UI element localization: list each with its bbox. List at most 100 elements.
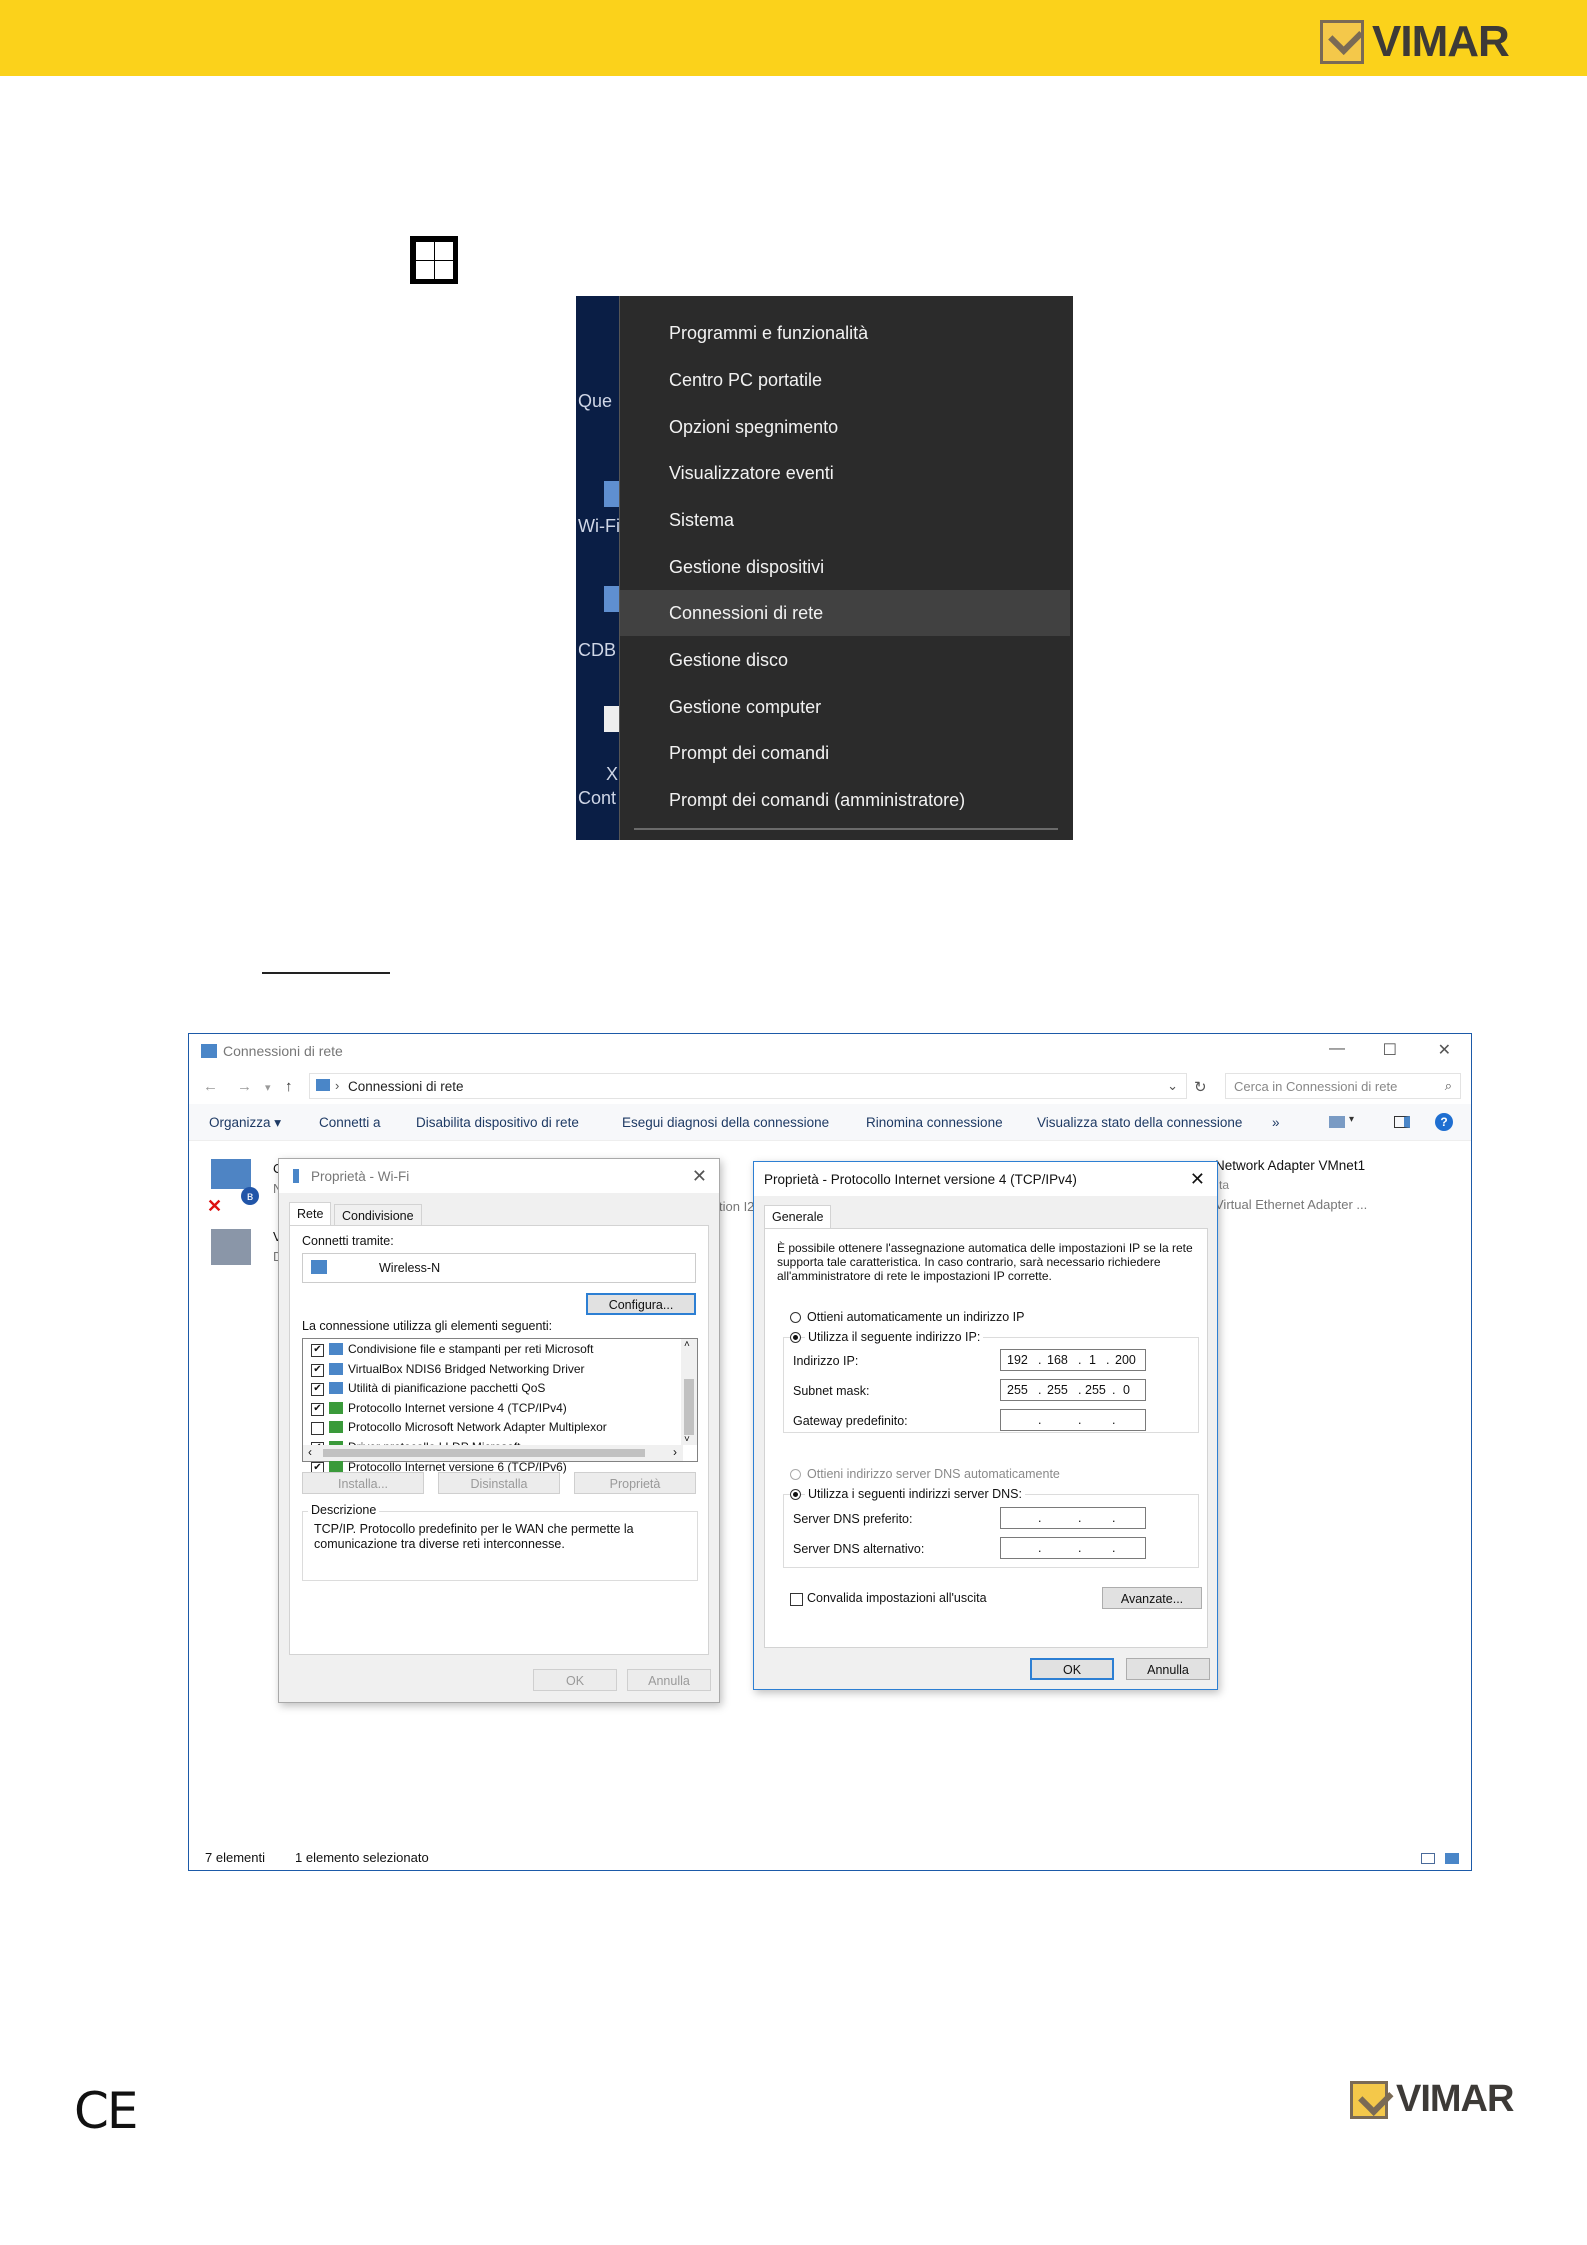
- dns2-field[interactable]: ...: [1000, 1537, 1146, 1559]
- auto-dns-label: Ottieni indirizzo server DNS automaticam…: [807, 1467, 1060, 1481]
- gateway-label: Gateway predefinito:: [793, 1414, 908, 1428]
- recent-chevron-icon[interactable]: ▾: [265, 1081, 271, 1094]
- configure-button[interactable]: Configura...: [586, 1293, 696, 1315]
- item-label[interactable]: Utilità di pianificazione pacchetti QoS: [348, 1381, 545, 1395]
- vimar-logo-bottom: VIMAR: [1350, 2078, 1514, 2121]
- component-icon: [329, 1421, 343, 1434]
- menu-item-visualizzatore-eventi[interactable]: Visualizzatore eventi: [620, 450, 1070, 496]
- toolbar-more[interactable]: »: [1272, 1115, 1280, 1130]
- auto-dns-radio[interactable]: [790, 1469, 801, 1480]
- help-icon[interactable]: ?: [1435, 1113, 1453, 1131]
- item-checkbox[interactable]: [311, 1422, 324, 1436]
- ip-address-field[interactable]: 192. 168. 1. 200: [1000, 1349, 1146, 1371]
- tab-condivisione[interactable]: Condivisione: [334, 1204, 422, 1227]
- vertical-scrollbar[interactable]: ˄ ˅: [681, 1339, 697, 1445]
- item-label[interactable]: VirtualBox NDIS6 Bridged Networking Driv…: [348, 1362, 585, 1376]
- uninstall-button[interactable]: Disinstalla: [438, 1472, 560, 1494]
- horizontal-scrollbar[interactable]: ‹ ›: [303, 1445, 683, 1461]
- item-checkbox[interactable]: ✔: [311, 1344, 324, 1357]
- chevron-down-icon[interactable]: ⌄: [1167, 1078, 1178, 1094]
- menu-separator: [634, 828, 1058, 830]
- toolbar-organizza[interactable]: Organizza ▾: [209, 1115, 281, 1131]
- menu-item-opzioni-spegnimento[interactable]: Opzioni spegnimento: [620, 404, 1070, 450]
- item-label[interactable]: Protocollo Microsoft Network Adapter Mul…: [348, 1420, 607, 1434]
- large-icons-view-icon[interactable]: [1445, 1853, 1459, 1864]
- scroll-left-icon[interactable]: ‹: [308, 1445, 312, 1459]
- breadcrumb-separator-icon: ›: [335, 1078, 340, 1093]
- scroll-thumb[interactable]: [323, 1449, 645, 1457]
- scroll-thumb[interactable]: [684, 1379, 694, 1435]
- ok-button[interactable]: OK: [533, 1669, 617, 1691]
- tab-rete[interactable]: Rete: [289, 1202, 332, 1225]
- item-checkbox[interactable]: ✔: [311, 1363, 324, 1377]
- adapter-name: Wireless-N: [379, 1261, 441, 1275]
- menu-item-gestione-dispositivi[interactable]: Gestione dispositivi: [620, 544, 1070, 590]
- item-checkbox[interactable]: ✔: [311, 1402, 324, 1416]
- cancel-button[interactable]: Annulla: [1126, 1658, 1210, 1680]
- change-view-icon[interactable]: [1329, 1116, 1345, 1128]
- adapter-icon[interactable]: [211, 1229, 251, 1265]
- status-selected: 1 elemento selezionato: [295, 1850, 429, 1865]
- adapter-name-partial: tion I2: [719, 1199, 755, 1214]
- component-icon: [329, 1343, 343, 1355]
- description-label: Descrizione: [308, 1503, 380, 1517]
- item-checkbox[interactable]: ✔: [311, 1383, 324, 1397]
- close-icon[interactable]: ✕: [1190, 1169, 1205, 1190]
- toolbar-rinomina[interactable]: Rinomina connessione: [866, 1115, 1003, 1130]
- install-button[interactable]: Installa...: [302, 1472, 424, 1494]
- minimize-icon[interactable]: —: [1329, 1040, 1345, 1058]
- validate-checkbox[interactable]: [790, 1593, 803, 1606]
- underline-rule: [262, 972, 390, 974]
- close-icon[interactable]: ✕: [1438, 1040, 1451, 1060]
- scroll-down-icon[interactable]: ˅: [684, 1434, 690, 1445]
- tab-generale[interactable]: Generale: [764, 1205, 832, 1228]
- auto-ip-radio[interactable]: [790, 1312, 801, 1323]
- item-label[interactable]: Condivisione file e stampanti per reti M…: [348, 1342, 593, 1356]
- toolbar-visualizza-stato[interactable]: Visualizza stato della connessione: [1037, 1115, 1242, 1130]
- disconnected-x-icon: ✕: [207, 1196, 223, 1216]
- preview-pane-icon[interactable]: [1394, 1116, 1410, 1128]
- address-bar[interactable]: › Connessioni di rete ⌄: [309, 1073, 1187, 1099]
- search-box[interactable]: Cerca in Connessioni di rete ⌕: [1225, 1073, 1461, 1099]
- menu-item-prompt[interactable]: Prompt dei comandi: [620, 730, 1070, 776]
- up-arrow-icon[interactable]: ↑: [285, 1078, 293, 1095]
- close-icon[interactable]: ✕: [692, 1166, 707, 1187]
- status-bar: 7 elementi 1 elemento selezionato: [189, 1848, 1471, 1870]
- toolbar-disabilita[interactable]: Disabilita dispositivo di rete: [416, 1115, 579, 1130]
- properties-button[interactable]: Proprietà: [574, 1472, 696, 1494]
- item-label[interactable]: Protocollo Internet versione 4 (TCP/IPv4…: [348, 1401, 567, 1415]
- explorer-titlebar: Connessioni di rete — ☐ ✕: [189, 1034, 1471, 1070]
- refresh-icon[interactable]: ↻: [1194, 1078, 1207, 1096]
- menu-item-prompt-admin[interactable]: Prompt dei comandi (amministratore): [620, 777, 1070, 823]
- vimar-logo-top: VIMAR: [1320, 17, 1510, 67]
- menu-item-centro-pc[interactable]: Centro PC portatile: [620, 357, 1070, 403]
- back-arrow-icon[interactable]: ←: [203, 1078, 218, 1095]
- cancel-button[interactable]: Annulla: [627, 1669, 711, 1691]
- subnet-mask-field[interactable]: 255. 255. 255. 0: [1000, 1379, 1146, 1401]
- manual-dns-radio[interactable]: [790, 1489, 801, 1500]
- wifi-icon: [293, 1169, 299, 1183]
- component-icon: [329, 1382, 343, 1395]
- manual-ip-radio[interactable]: [790, 1332, 801, 1343]
- dns1-field[interactable]: ...: [1000, 1507, 1146, 1529]
- menu-item-sistema[interactable]: Sistema: [620, 497, 1070, 543]
- toolbar-connetti[interactable]: Connetti a: [319, 1115, 381, 1130]
- status-count: 7 elementi: [205, 1850, 265, 1865]
- adapter-icon[interactable]: [211, 1159, 251, 1189]
- maximize-icon[interactable]: ☐: [1383, 1040, 1397, 1060]
- details-view-icon[interactable]: [1421, 1853, 1435, 1864]
- adapter-field: Wireless-N: [302, 1253, 696, 1283]
- tab-panel: Connetti tramite: Wireless-N Configura..…: [289, 1225, 709, 1655]
- menu-item-programmi[interactable]: Programmi e funzionalità: [620, 310, 1070, 356]
- view-chevron-icon[interactable]: ▾: [1349, 1114, 1354, 1125]
- menu-item-gestione-disco[interactable]: Gestione disco: [620, 637, 1070, 683]
- menu-item-connessioni-di-rete[interactable]: Connessioni di rete: [620, 590, 1070, 636]
- ok-button[interactable]: OK: [1030, 1658, 1114, 1680]
- scroll-right-icon[interactable]: ›: [673, 1445, 677, 1459]
- scroll-up-icon[interactable]: ˄: [684, 1339, 690, 1350]
- menu-item-gestione-computer[interactable]: Gestione computer: [620, 684, 1070, 730]
- advanced-button[interactable]: Avanzate...: [1102, 1587, 1202, 1609]
- forward-arrow-icon[interactable]: →: [237, 1078, 252, 1095]
- toolbar-diagnosi[interactable]: Esegui diagnosi della connessione: [622, 1115, 829, 1130]
- gateway-field[interactable]: ...: [1000, 1409, 1146, 1431]
